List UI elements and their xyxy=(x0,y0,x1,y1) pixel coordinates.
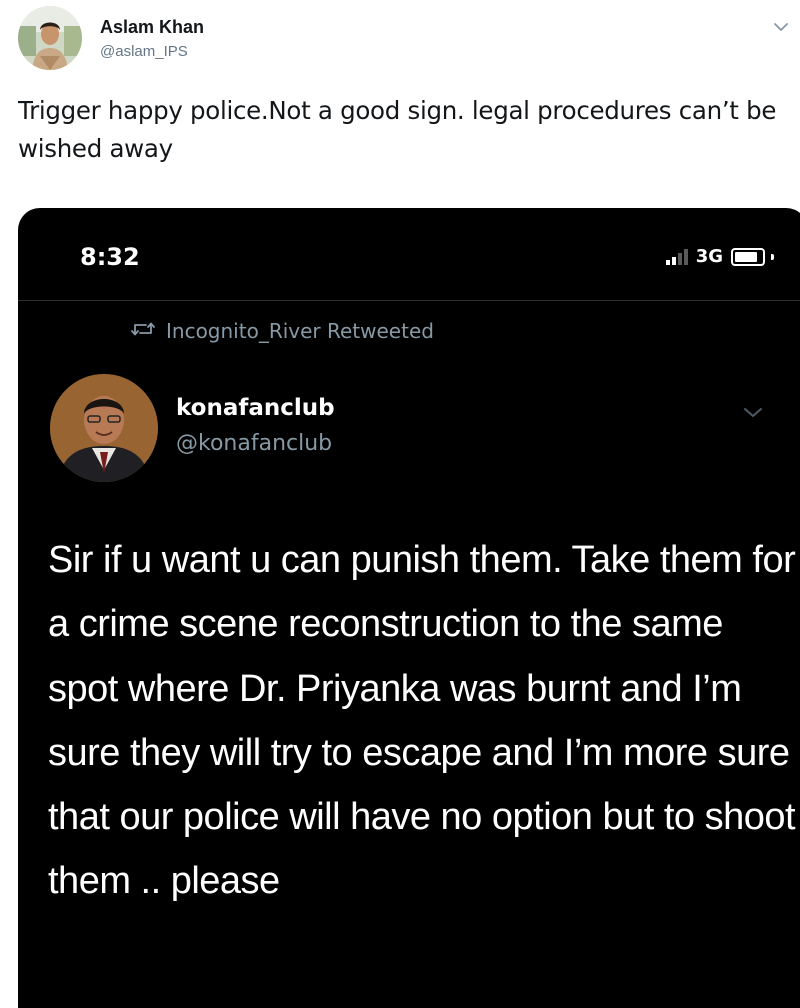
inner-tweet-text: Sir if u want u can punish them. Take th… xyxy=(48,539,796,903)
status-divider xyxy=(18,300,800,301)
status-indicators: 3G xyxy=(665,244,774,270)
tweet-text: Trigger happy police.Not a good sign. le… xyxy=(18,96,777,163)
author-handle[interactable]: @aslam_IPS xyxy=(100,42,188,62)
chevron-down-icon[interactable] xyxy=(740,404,766,422)
author-name[interactable]: Aslam Khan xyxy=(100,16,204,38)
inner-author-name[interactable]: konafanclub xyxy=(176,394,335,422)
battery-tip xyxy=(771,254,774,260)
signal-strength-icon xyxy=(665,249,688,265)
status-time: 8:32 xyxy=(80,243,140,271)
retweet-label: Incognito_River Retweeted xyxy=(166,319,434,343)
embedded-screenshot[interactable]: 8:32 3G Incognito_River Retweeted konafa… xyxy=(18,208,800,1008)
retweet-context[interactable]: Incognito_River Retweeted xyxy=(130,318,434,344)
author-avatar[interactable] xyxy=(18,6,82,70)
network-type: 3G xyxy=(695,246,723,267)
inner-author-handle[interactable]: @konafanclub xyxy=(176,430,332,458)
tweet-card: Aslam Khan @aslam_IPS Trigger happy poli… xyxy=(0,0,800,1008)
inner-author-avatar[interactable] xyxy=(50,374,158,482)
chevron-down-icon[interactable] xyxy=(770,16,792,38)
battery-icon xyxy=(731,248,765,266)
retweet-icon xyxy=(130,319,156,344)
